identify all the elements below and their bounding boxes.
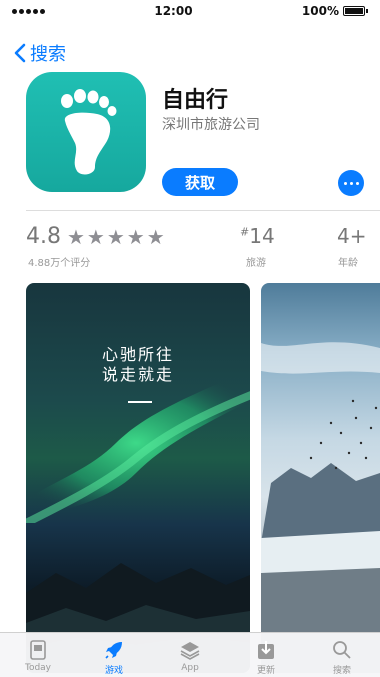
download-icon (258, 641, 274, 659)
rating-count: 4.88万个评分 (28, 258, 91, 269)
rank-number: 14 (249, 224, 275, 248)
rating-value: 4.8 (26, 224, 61, 249)
more-dot-icon (349, 181, 353, 185)
more-dot-icon (343, 181, 347, 185)
chart-rank: #14 (240, 224, 275, 248)
tab-search[interactable]: 搜索 (304, 633, 380, 677)
signal-icon (12, 8, 45, 14)
get-button[interactable]: 获取 (162, 168, 238, 196)
star-rating-icon: ★★★★★ (67, 224, 167, 249)
app-title: 自由行 (162, 88, 229, 113)
more-button[interactable] (338, 170, 364, 196)
status-time: 12:00 (154, 4, 193, 18)
battery-tip (366, 9, 368, 13)
rank-prefix: # (240, 225, 250, 239)
tab-games[interactable]: 游戏 (76, 633, 152, 677)
age-rating: 4+ (337, 224, 367, 248)
rocket-icon (105, 642, 122, 659)
rank-category[interactable]: 旅游 (246, 254, 266, 269)
tab-label: 游戏 (104, 666, 123, 676)
tab-label: Today (24, 663, 52, 673)
search-icon (333, 641, 351, 659)
screenshot-1[interactable]: 心驰所往 说走就走 (26, 283, 250, 673)
battery-indicator: 100% (302, 4, 368, 18)
tab-updates[interactable]: 更新 (228, 633, 304, 677)
tab-label: App (181, 663, 199, 673)
tab-label: 搜索 (332, 666, 351, 676)
slogan-divider (128, 401, 152, 403)
slogan-line-2: 说走就走 (101, 365, 174, 384)
tab-label: 更新 (256, 666, 275, 676)
age-label: 年龄 (338, 258, 358, 269)
footprint-icon (61, 89, 117, 175)
battery-icon (343, 6, 365, 16)
battery-percent: 100% (301, 4, 339, 18)
aurora-image (26, 369, 250, 523)
back-label: 搜索 (30, 44, 66, 65)
developer-name[interactable]: 深圳市旅游公司 (162, 114, 260, 134)
tab-bar: Today 游戏 App 更新 搜索 (0, 632, 380, 677)
tab-today[interactable]: Today (0, 633, 76, 677)
chevron-left-icon (14, 43, 26, 63)
divider (26, 210, 380, 211)
screenshot-2[interactable] (261, 283, 380, 673)
rating-summary[interactable]: 4.8 ★★★★★ (26, 224, 167, 249)
app-icon (26, 72, 146, 192)
back-button[interactable]: 搜索 (14, 40, 66, 66)
tab-apps[interactable]: App (152, 633, 228, 677)
landscape-image (261, 342, 380, 673)
layers-icon (180, 642, 200, 660)
more-dot-icon (355, 181, 359, 185)
today-icon (30, 640, 46, 660)
status-bar: 12:00 100% (0, 0, 380, 22)
